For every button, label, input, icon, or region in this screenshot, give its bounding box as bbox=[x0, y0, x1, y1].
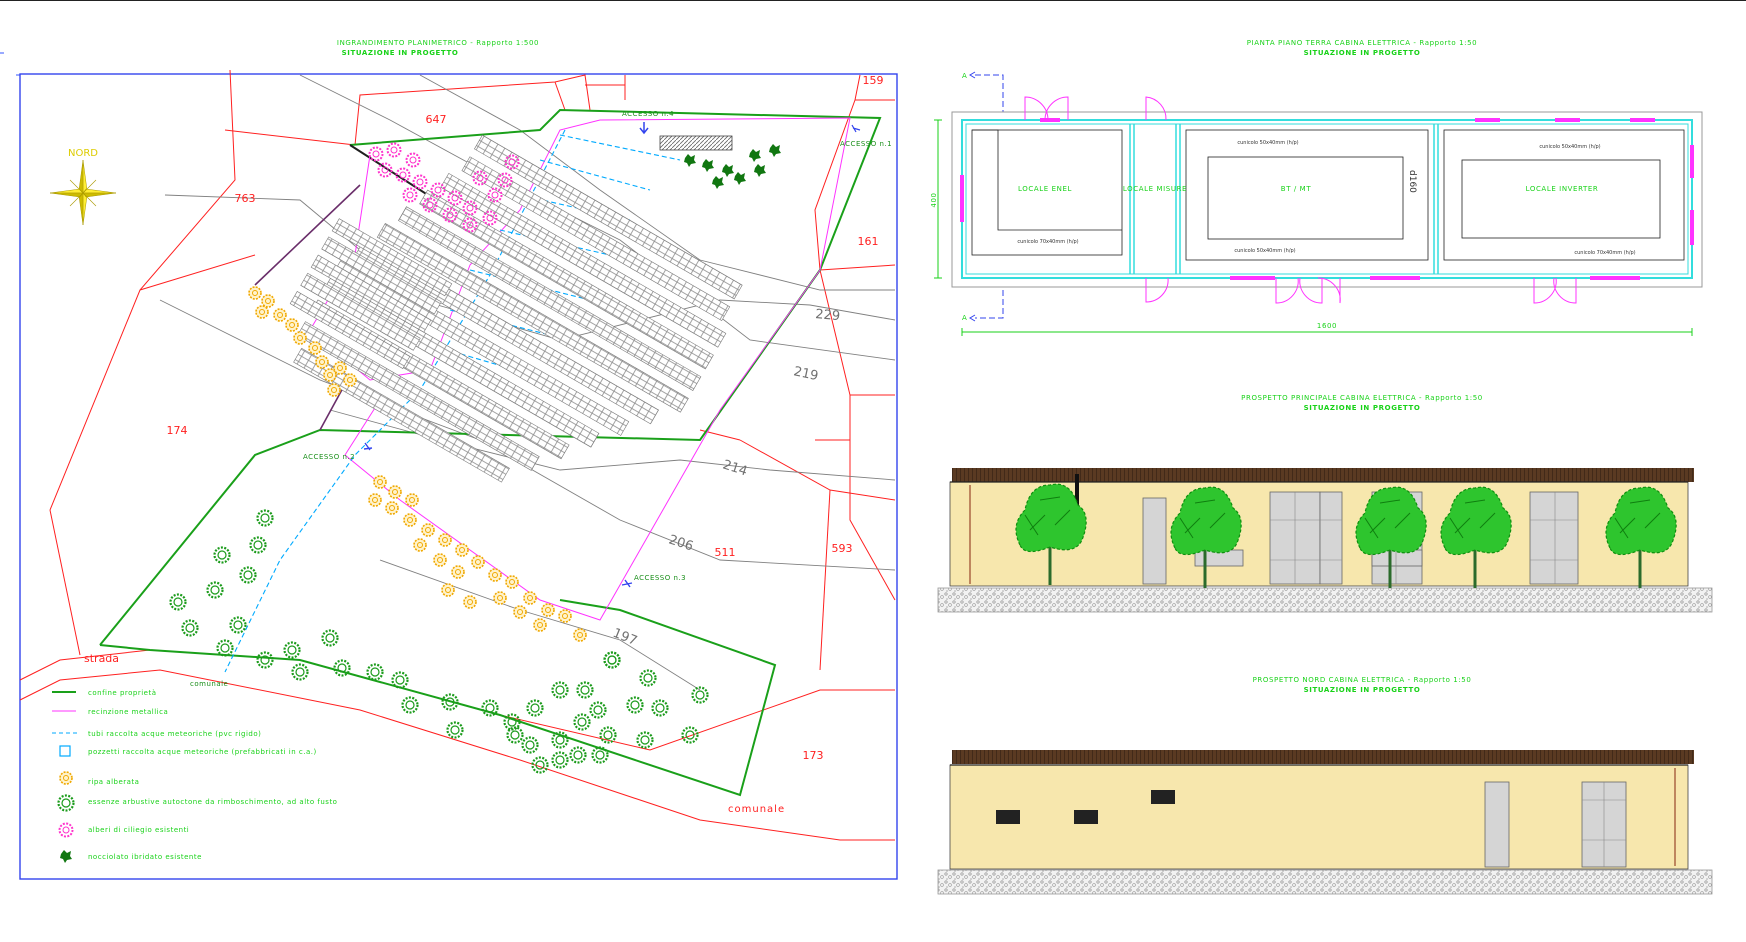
room-label: BT / MT bbox=[1281, 185, 1312, 193]
access-label: ACCESSO n.4 bbox=[622, 110, 674, 118]
roof-edge bbox=[952, 468, 1694, 482]
legend-item: pozzetti raccolta acque meteoriche (pref… bbox=[59, 745, 317, 757]
annotation: cunicolo 50x40mm (h/p) bbox=[1237, 140, 1298, 146]
roof-edge bbox=[952, 750, 1694, 764]
legend-label: nocciolato ibridato esistente bbox=[88, 853, 202, 861]
front-elevation: PROSPETTO PRINCIPALE CABINA ELETTRICA - … bbox=[937, 394, 1713, 613]
access-label: ACCESSO n.1 bbox=[840, 140, 892, 148]
floor-plan-subtitle: SITUAZIONE IN PROGETTO bbox=[1304, 49, 1421, 57]
parcel-label: 763 bbox=[235, 192, 256, 205]
storage-box bbox=[659, 135, 733, 151]
parcel-label: 593 bbox=[832, 542, 853, 555]
annotation: cunicolo 70x40mm (h/p) bbox=[1574, 250, 1635, 256]
ground-gravel bbox=[937, 869, 1713, 895]
section-mark: A bbox=[962, 72, 967, 80]
north-label: NORD bbox=[68, 148, 98, 159]
front-elevation-title: PROSPETTO PRINCIPALE CABINA ELETTRICA - … bbox=[1241, 394, 1483, 402]
parcel-label: 647 bbox=[426, 113, 447, 126]
road-label-small: comunale bbox=[190, 680, 228, 688]
parcel-label: 174 bbox=[167, 424, 188, 437]
room-label: LOCALE ENEL bbox=[1018, 185, 1072, 193]
access-label: ACCESSO n.3 bbox=[634, 574, 686, 582]
site-plan-title: INGRANDIMENTO PLANIMETRICO - Rapporto 1:… bbox=[337, 39, 539, 47]
front-elevation-subtitle: SITUAZIONE IN PROGETTO bbox=[1304, 404, 1421, 412]
annotation: d160 bbox=[1407, 170, 1417, 193]
legend-label: pozzetti raccolta acque meteoriche (pref… bbox=[88, 748, 317, 756]
top-border-line bbox=[0, 0, 1746, 1]
road-label: comunale bbox=[728, 804, 785, 815]
floor-plan: PIANTA PIANO TERRA CABINA ELETTRICA - Ra… bbox=[930, 39, 1703, 336]
room-label: LOCALE INVERTER bbox=[1526, 185, 1599, 193]
parcel-label: 159 bbox=[863, 74, 884, 87]
parcel-label: 161 bbox=[858, 235, 879, 248]
site-plan-subtitle: SITUAZIONE IN PROGETTO bbox=[342, 49, 459, 57]
road-label: strada bbox=[84, 652, 119, 665]
annotation: cunicolo 70x40mm (h/p) bbox=[1017, 239, 1078, 245]
width-dimension: 1600 bbox=[1317, 322, 1337, 330]
north-elevation: PROSPETTO NORD CABINA ELETTRICA - Rappor… bbox=[937, 676, 1713, 895]
legend-label: tubi raccolta acque meteoriche (pvc rigi… bbox=[88, 730, 261, 738]
annotation: cunicolo 50x40mm (h/p) bbox=[1539, 144, 1600, 150]
parcel-label: 511 bbox=[715, 546, 736, 559]
legend-label: confine proprietà bbox=[88, 689, 157, 697]
room-label: LOCALE MISURE bbox=[1123, 185, 1187, 193]
annotation: cunicolo 50x40mm (h/p) bbox=[1234, 248, 1295, 254]
contour-label: 229 bbox=[815, 307, 841, 324]
legend-label: alberi di ciliegio esistenti bbox=[88, 826, 189, 834]
floor-plan-title: PIANTA PIANO TERRA CABINA ELETTRICA - Ra… bbox=[1247, 39, 1477, 47]
sheet-mark bbox=[0, 52, 20, 76]
section-mark: A bbox=[962, 314, 967, 322]
legend-label: ripa alberata bbox=[88, 778, 139, 786]
access-label: ACCESSO n.2 bbox=[303, 453, 355, 461]
legend-label: essenze arbustive autoctone da rimboschi… bbox=[88, 798, 337, 806]
building-wall bbox=[949, 764, 1689, 870]
legend-label: recinzione metallica bbox=[88, 708, 168, 716]
ground-gravel bbox=[937, 587, 1713, 613]
height-dimension: 400 bbox=[930, 192, 938, 207]
north-elevation-title: PROSPETTO NORD CABINA ELETTRICA - Rappor… bbox=[1253, 676, 1472, 684]
drawing-sheet: INGRANDIMENTO PLANIMETRICO - Rapporto 1:… bbox=[0, 39, 1713, 895]
parcel-label: 173 bbox=[803, 749, 824, 762]
north-elevation-subtitle: SITUAZIONE IN PROGETTO bbox=[1304, 686, 1421, 694]
site-plan: INGRANDIMENTO PLANIMETRICO - Rapporto 1:… bbox=[0, 39, 898, 880]
